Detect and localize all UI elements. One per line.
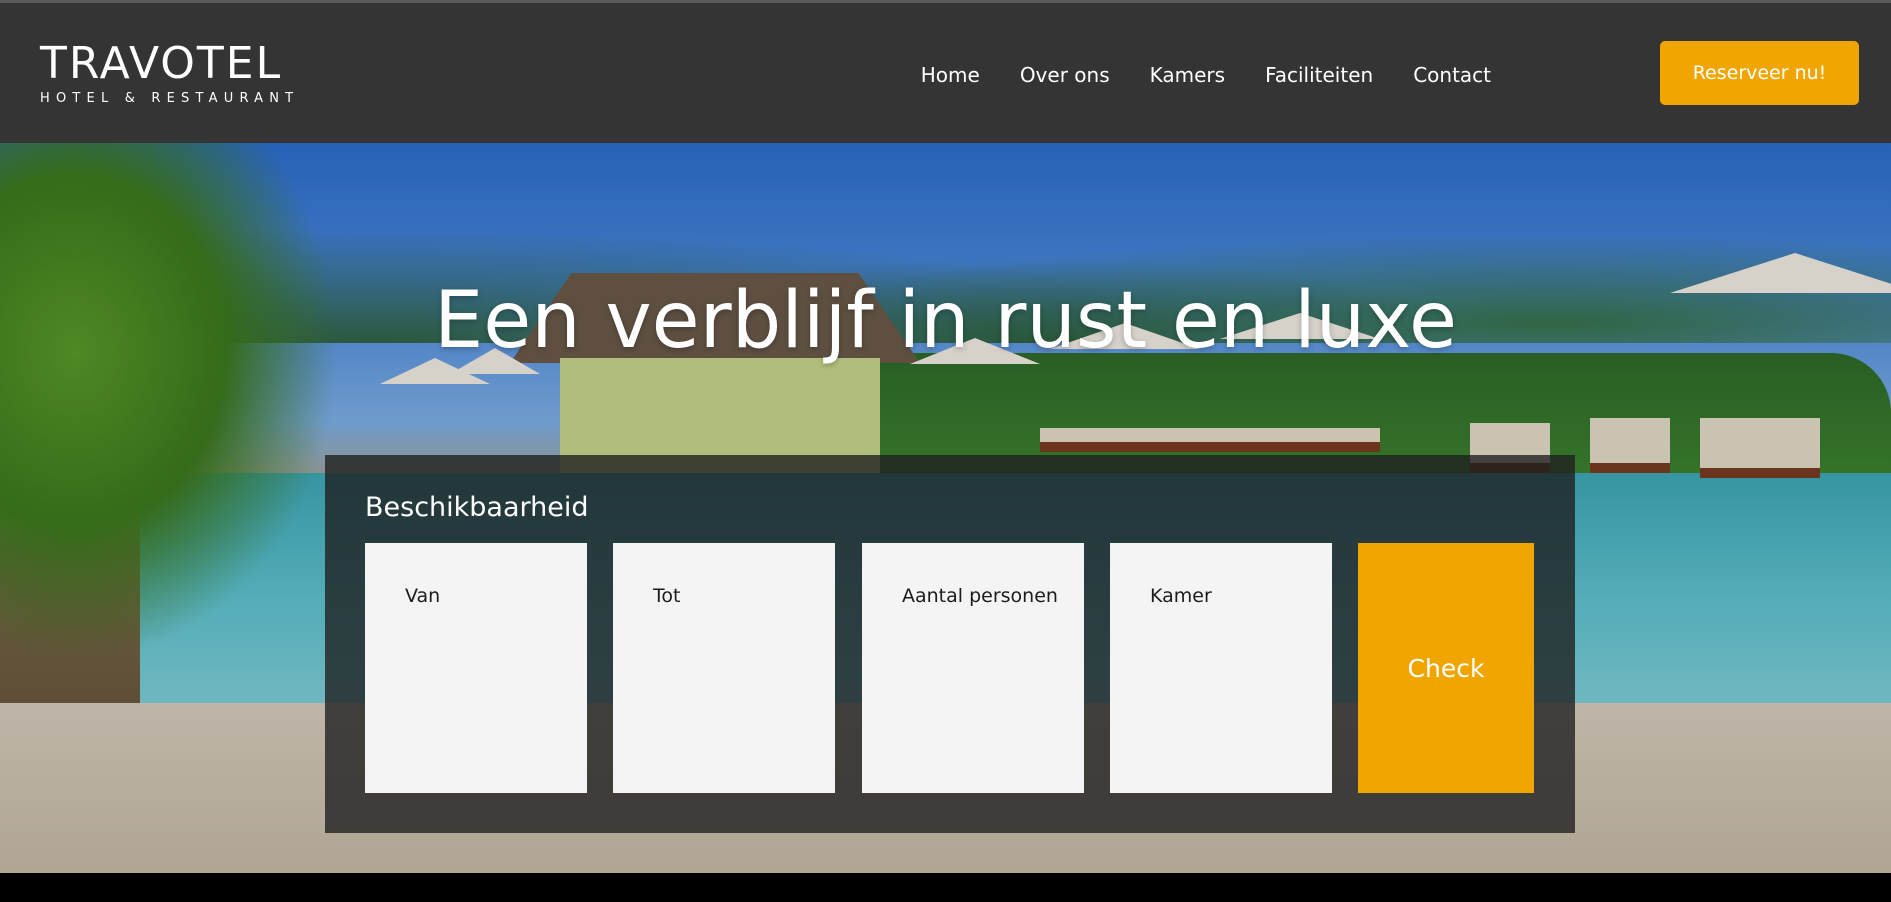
- date-to-field[interactable]: Tot: [613, 543, 835, 793]
- main-nav: Home Over ons Kamers Faciliteiten Contac…: [921, 55, 1491, 95]
- nav-faciliteiten[interactable]: Faciliteiten: [1265, 55, 1373, 95]
- nav-contact[interactable]: Contact: [1413, 55, 1491, 95]
- nav-kamers[interactable]: Kamers: [1150, 55, 1225, 95]
- logo-tagline: HOTEL & RESTAURANT: [40, 91, 300, 106]
- nav-home[interactable]: Home: [921, 55, 980, 95]
- bottom-strip: [0, 873, 1891, 902]
- reserve-button[interactable]: Reserveer nu!: [1660, 41, 1859, 105]
- site-header: TRAVOTEL HOTEL & RESTAURANT Home Over on…: [0, 3, 1891, 143]
- guests-field[interactable]: Aantal personen: [862, 543, 1084, 793]
- room-label: Kamer: [1150, 585, 1212, 607]
- site-logo[interactable]: TRAVOTEL HOTEL & RESTAURANT: [40, 41, 299, 107]
- date-from-label: Van: [405, 585, 441, 607]
- nav-over-ons[interactable]: Over ons: [1020, 55, 1110, 95]
- room-field[interactable]: Kamer: [1110, 543, 1332, 793]
- guests-label: Aantal personen: [902, 585, 1058, 607]
- availability-heading: Beschikbaarheid: [365, 492, 589, 523]
- date-to-label: Tot: [653, 585, 681, 607]
- date-from-field[interactable]: Van: [365, 543, 587, 793]
- hero-title: Een verblijf in rust en luxe: [434, 276, 1457, 366]
- logo-wordmark: TRAVOTEL: [40, 38, 283, 89]
- check-availability-button[interactable]: Check: [1358, 543, 1534, 793]
- availability-form: Beschikbaarheid Van Tot Aantal personen …: [325, 455, 1575, 833]
